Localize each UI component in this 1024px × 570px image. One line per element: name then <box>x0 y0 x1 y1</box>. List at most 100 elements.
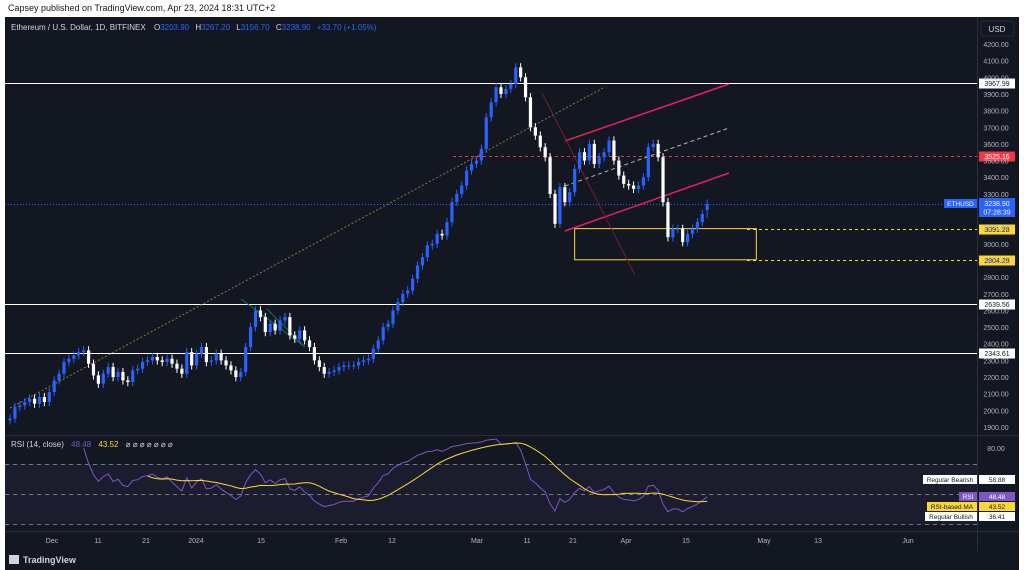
candle-body[interactable] <box>440 233 444 236</box>
candle-body[interactable] <box>622 175 626 184</box>
candle-body[interactable] <box>705 203 709 210</box>
time-axis-label[interactable]: 15 <box>682 538 690 545</box>
candle-body[interactable] <box>18 405 22 408</box>
candle-body[interactable] <box>283 317 287 321</box>
candle-body[interactable] <box>666 202 670 238</box>
candle-body[interactable] <box>411 278 415 291</box>
candle-body[interactable] <box>617 160 621 176</box>
candle-body[interactable] <box>131 370 135 383</box>
candle-body[interactable] <box>695 222 699 229</box>
chart-frame[interactable]: 3967.99 3525.16 3091.28 2904.29 2639.56 2343.… <box>5 17 1019 570</box>
candle-body[interactable] <box>342 365 346 368</box>
time-axis-label[interactable]: 15 <box>257 538 265 545</box>
candle-body[interactable] <box>111 367 115 378</box>
candle-body[interactable] <box>37 397 42 404</box>
candle-body[interactable] <box>430 243 434 246</box>
candle-body[interactable] <box>671 228 675 238</box>
candle-body[interactable] <box>77 352 81 356</box>
candle-body[interactable] <box>67 358 71 363</box>
price-axis[interactable]: 4200.00 4100.00 4000.00 3900.00 3800.00 3700.… <box>983 42 1008 432</box>
candle-body[interactable] <box>57 373 61 381</box>
candle-body[interactable] <box>415 265 420 279</box>
candle-body[interactable] <box>607 140 611 153</box>
candle-body[interactable] <box>347 365 351 367</box>
candle-body[interactable] <box>263 317 267 333</box>
price-chart[interactable]: 3967.993525.163091.282904.292639.562343.… <box>5 17 1019 570</box>
candle-body[interactable] <box>204 347 208 363</box>
candle-body[interactable] <box>381 327 385 341</box>
time-axis-label[interactable]: 21 <box>569 538 577 545</box>
candle-body[interactable] <box>32 398 37 404</box>
candle-body[interactable] <box>253 310 258 328</box>
candle-body[interactable] <box>366 358 371 361</box>
candle-body[interactable] <box>563 187 567 203</box>
candle-body[interactable] <box>641 177 645 186</box>
candle-body[interactable] <box>293 335 297 339</box>
candle-body[interactable] <box>258 310 263 318</box>
tradingview-branding[interactable]: TradingView <box>9 555 77 565</box>
candle-body[interactable] <box>465 170 469 186</box>
candle-body[interactable] <box>568 192 572 203</box>
candle-body[interactable] <box>587 143 591 161</box>
candle-body[interactable] <box>484 117 488 149</box>
candle-body[interactable] <box>553 193 557 224</box>
candle-body[interactable] <box>558 187 562 224</box>
candle-body[interactable] <box>165 358 169 363</box>
candle-body[interactable] <box>170 358 174 364</box>
candle-body[interactable] <box>62 362 66 374</box>
candle-body[interactable] <box>116 372 120 378</box>
candle-body[interactable] <box>685 233 690 243</box>
candle-body[interactable] <box>509 83 513 89</box>
candle-body[interactable] <box>519 67 523 78</box>
candle-body[interactable] <box>681 228 685 243</box>
candle-body[interactable] <box>597 157 601 164</box>
candle-body[interactable] <box>219 353 223 361</box>
candle-body[interactable] <box>234 370 238 378</box>
candle-body[interactable] <box>175 363 179 369</box>
candle-body[interactable] <box>273 323 277 331</box>
candle-body[interactable] <box>700 213 704 223</box>
candle-body[interactable] <box>420 257 425 266</box>
candle-body[interactable] <box>661 157 665 203</box>
time-axis-label[interactable]: Dec <box>46 538 59 545</box>
candle-body[interactable] <box>602 152 606 158</box>
time-axis-label[interactable]: May <box>757 538 771 545</box>
time-axis[interactable]: Dec 11 21 2024 15 Feb 12 Mar 11 21 Apr 15 May 13 Jun <box>46 538 914 545</box>
candle-body[interactable] <box>543 147 547 158</box>
candle-body[interactable] <box>656 143 660 158</box>
candle-body[interactable] <box>396 302 400 311</box>
candle-body[interactable] <box>312 347 317 361</box>
candle-body[interactable] <box>209 360 213 363</box>
time-axis-label[interactable]: Apr <box>621 538 633 545</box>
candle-body[interactable] <box>514 67 518 84</box>
candle-body[interactable] <box>47 392 51 403</box>
candle-body[interactable] <box>401 293 405 303</box>
candle-body[interactable] <box>332 370 336 373</box>
candle-body[interactable] <box>288 317 292 336</box>
candle-body[interactable] <box>199 347 204 354</box>
candle-body[interactable] <box>455 193 459 203</box>
candle-body[interactable] <box>582 152 587 161</box>
candle-body[interactable] <box>101 373 105 384</box>
candle-body[interactable] <box>150 357 154 361</box>
candle-body[interactable] <box>180 368 184 374</box>
candle-body[interactable] <box>357 362 361 366</box>
candle-body[interactable] <box>91 363 96 376</box>
time-axis-label[interactable]: 12 <box>388 538 396 545</box>
candle-body[interactable] <box>651 143 655 148</box>
candle-body[interactable] <box>636 185 641 189</box>
candle-body[interactable] <box>160 360 164 363</box>
time-axis-label[interactable]: Jun <box>902 538 913 545</box>
candle-body[interactable] <box>499 87 503 94</box>
candle-body[interactable] <box>573 168 577 193</box>
candle-body[interactable] <box>538 135 542 148</box>
candle-body[interactable] <box>337 367 341 371</box>
candle-body[interactable] <box>612 140 616 161</box>
candle-body[interactable] <box>268 323 272 333</box>
time-axis-label[interactable]: 11 <box>94 538 101 545</box>
candle-body[interactable] <box>298 330 302 339</box>
time-axis-label[interactable]: Mar <box>471 538 484 545</box>
candle-body[interactable] <box>86 350 91 364</box>
candle-body[interactable] <box>528 97 533 128</box>
candle-body[interactable] <box>371 348 375 359</box>
